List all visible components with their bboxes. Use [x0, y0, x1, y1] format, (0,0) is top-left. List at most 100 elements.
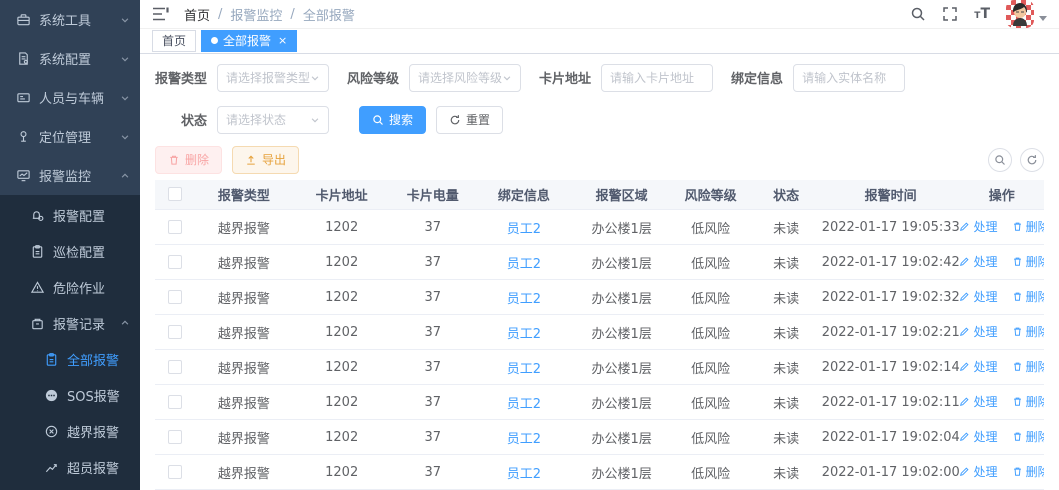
- sidebar-item-label: 系统工具: [39, 14, 92, 29]
- toolbar-right: [988, 147, 1044, 172]
- sidebar-item-people-vehicles[interactable]: 人员与车辆: [0, 78, 140, 117]
- breadcrumb-current: 全部报警: [302, 8, 355, 24]
- sidebar-item-alarm-config[interactable]: 报警配置: [0, 197, 140, 233]
- handle-action[interactable]: 处理: [959, 463, 997, 480]
- filter-label: 状态: [181, 114, 208, 129]
- tab-home[interactable]: 首页: [152, 29, 197, 52]
- caret-down-icon: [1039, 15, 1047, 21]
- fullscreen-icon[interactable]: [942, 6, 958, 22]
- sidebar-item-location-mgmt[interactable]: 定位管理: [0, 117, 140, 156]
- sidebar-item-boundary-alarms[interactable]: 越界报警: [0, 413, 140, 449]
- search-icon: [373, 114, 383, 125]
- export-button[interactable]: 导出: [232, 145, 300, 174]
- row-checkbox[interactable]: [168, 395, 182, 409]
- bind-info-input[interactable]: [793, 63, 906, 92]
- sidebar-item-system-config[interactable]: 系统配置: [0, 39, 140, 78]
- search-icon[interactable]: [910, 6, 926, 22]
- delete-button[interactable]: 删除: [155, 145, 223, 174]
- delete-action[interactable]: 删除: [1012, 253, 1044, 270]
- delete-action[interactable]: 删除: [1012, 218, 1044, 235]
- cell-status: 未读: [750, 314, 822, 350]
- bind-info-link[interactable]: 员工2: [507, 397, 541, 412]
- sidebar-item-system-tools[interactable]: 系统工具: [0, 0, 140, 39]
- sidebar-item-alarm-records[interactable]: 报警记录: [0, 305, 140, 341]
- sidebar-item-alarm-monitor[interactable]: 报警监控: [0, 156, 140, 195]
- row-checkbox[interactable]: [168, 430, 182, 444]
- filter-label: 报警类型: [155, 72, 208, 87]
- delete-action[interactable]: 删除: [1012, 288, 1044, 305]
- bind-info-link[interactable]: 员工2: [507, 257, 541, 272]
- toggle-search-button[interactable]: [988, 147, 1012, 172]
- handle-action[interactable]: 处理: [959, 428, 997, 445]
- cell-card-address: 1202: [292, 314, 391, 350]
- handle-action[interactable]: 处理: [959, 323, 997, 340]
- reset-button[interactable]: 重置: [436, 105, 504, 134]
- table-toolbar: 删除 导出: [155, 145, 1044, 174]
- refresh-button[interactable]: [1020, 147, 1044, 172]
- cell-card-battery: 37: [390, 314, 476, 350]
- delete-action[interactable]: 删除: [1012, 428, 1044, 445]
- filter-card-address: 卡片地址: [539, 63, 714, 92]
- chevron-down-icon: [311, 75, 319, 80]
- risk-level-select[interactable]: 请选择风险等级: [409, 63, 522, 92]
- status-select[interactable]: 请选择状态: [217, 105, 330, 134]
- sidebar-item-label: 越界报警: [67, 425, 120, 441]
- action-label: 删除: [1025, 290, 1044, 304]
- row-checkbox[interactable]: [168, 325, 182, 339]
- cell-alarm-type: 越界报警: [195, 349, 293, 385]
- row-checkbox[interactable]: [168, 220, 182, 234]
- row-checkbox[interactable]: [168, 290, 182, 304]
- breadcrumb-alarm-monitor[interactable]: 报警监控: [230, 5, 282, 24]
- cell-alarm-area: 办公楼1层: [572, 419, 671, 455]
- cell-card-battery: 37: [390, 279, 476, 315]
- delete-action[interactable]: 删除: [1012, 323, 1044, 340]
- avatar[interactable]: [1006, 0, 1034, 28]
- handle-action[interactable]: 处理: [959, 393, 997, 410]
- table-row: 越界报警 1202 37 员工2 办公楼1层 低风险 未读 2022-01-17…: [155, 419, 1044, 455]
- breadcrumb-home[interactable]: 首页: [184, 5, 210, 24]
- card-address-input[interactable]: [601, 63, 714, 92]
- sidebar-item-all-alarms[interactable]: 全部报警: [0, 341, 140, 377]
- handle-action[interactable]: 处理: [959, 288, 997, 305]
- sidebar-item-label: 报警监控: [39, 170, 92, 185]
- cell-alarm-type: 越界报警: [195, 454, 293, 490]
- sidebar-item-overcapacity-alarms[interactable]: 超员报警: [0, 449, 140, 485]
- alarm-type-select[interactable]: 请选择报警类型: [217, 63, 330, 92]
- sidebar-item-dangerous-work[interactable]: 危险作业: [0, 269, 140, 305]
- font-size-icon[interactable]: TT: [974, 7, 990, 21]
- tab-all-alarms[interactable]: 全部报警 ×: [201, 29, 298, 52]
- delete-action[interactable]: 删除: [1012, 393, 1044, 410]
- header-risk-level: 风险等级: [670, 179, 751, 210]
- sidebar-item-sos-alarms[interactable]: SOS报警: [0, 377, 140, 413]
- handle-action[interactable]: 处理: [959, 253, 997, 270]
- cell-card-battery: 37: [390, 454, 476, 490]
- bind-info-link[interactable]: 员工2: [507, 327, 541, 342]
- row-checkbox[interactable]: [168, 360, 182, 374]
- user-menu[interactable]: [1006, 0, 1047, 28]
- filter-label: 风险等级: [347, 72, 400, 87]
- tab-close-icon[interactable]: ×: [278, 34, 287, 47]
- bind-info-link[interactable]: 员工2: [507, 292, 541, 307]
- select-all-checkbox[interactable]: [168, 187, 182, 202]
- toolbox-icon: [16, 12, 31, 27]
- cell-status: 未读: [750, 209, 822, 245]
- handle-action[interactable]: 处理: [959, 358, 997, 375]
- patrol-config-icon: [30, 244, 45, 259]
- sidebar-item-label: SOS报警: [67, 389, 120, 405]
- handle-action[interactable]: 处理: [959, 218, 997, 235]
- bind-info-link[interactable]: 员工2: [507, 362, 541, 377]
- sidebar-item-patrol-config[interactable]: 巡检配置: [0, 233, 140, 269]
- button-label: 删除: [185, 153, 210, 167]
- bind-info-link[interactable]: 员工2: [507, 432, 541, 447]
- delete-action[interactable]: 删除: [1012, 463, 1044, 480]
- bind-info-link[interactable]: 员工2: [507, 467, 541, 482]
- search-button[interactable]: 搜索: [359, 105, 427, 134]
- id-card-icon: [16, 90, 31, 105]
- sidebar-fold-icon[interactable]: [152, 6, 170, 22]
- bind-info-link[interactable]: 员工2: [507, 222, 541, 237]
- row-checkbox[interactable]: [168, 465, 182, 479]
- cell-alarm-time: 2022-01-17 19:02:42: [821, 244, 960, 280]
- row-checkbox[interactable]: [168, 255, 182, 269]
- action-label: 删除: [1025, 220, 1044, 234]
- delete-action[interactable]: 删除: [1012, 358, 1044, 375]
